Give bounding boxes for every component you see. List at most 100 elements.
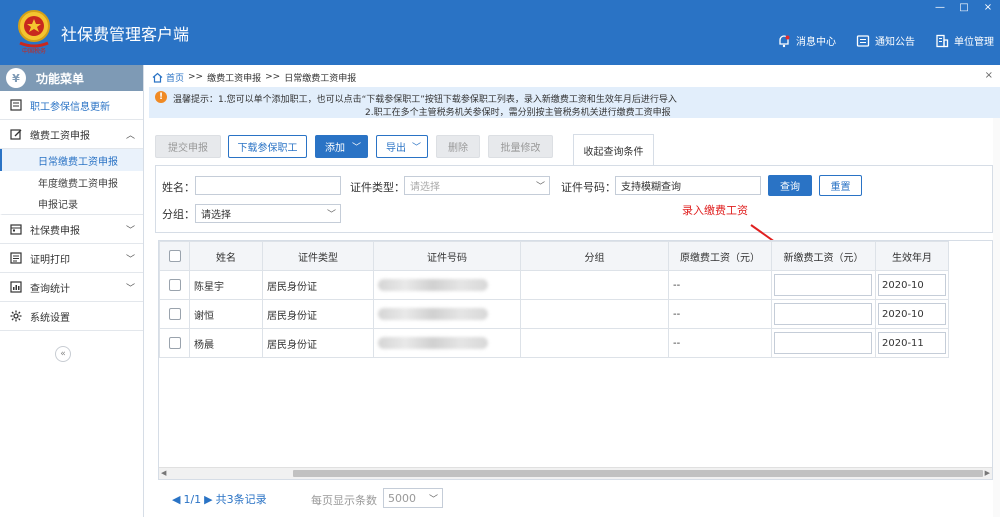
sidebar-item-print[interactable]: 证明打印 ﹀ xyxy=(0,244,143,273)
checkbox[interactable] xyxy=(168,250,181,262)
redacted-id xyxy=(378,279,488,291)
group-label: 分组： xyxy=(162,208,195,221)
idtype-placeholder: 请选择 xyxy=(410,182,440,193)
checkbox[interactable] xyxy=(168,308,181,320)
sidebar-item-wage-declare[interactable]: 缴费工资申报 ︿ xyxy=(0,120,143,149)
name-input[interactable] xyxy=(195,176,341,195)
cell-name: 杨晨 xyxy=(189,328,263,358)
reset-button[interactable]: 重置 xyxy=(819,175,862,196)
toggle-query-tab[interactable]: 收起查询条件 xyxy=(573,134,654,166)
sidebar-subitem-annual-wage[interactable]: 年度缴费工资申报 xyxy=(0,171,143,193)
group-select[interactable]: 请选择 ﹀ xyxy=(195,204,341,223)
checkbox[interactable] xyxy=(168,337,181,349)
home-icon xyxy=(152,72,163,83)
row-select[interactable] xyxy=(159,299,190,329)
delete-button[interactable]: 删除 xyxy=(436,135,480,158)
effective-date-input[interactable]: 2020-10 xyxy=(878,303,946,325)
sidebar-title: 功能菜单 xyxy=(36,71,85,86)
header-select-all[interactable] xyxy=(159,241,190,271)
unit-management-link[interactable]: 单位管理 xyxy=(935,33,994,48)
table-row: 陈星宇 居民身份证 -- 2020-10 xyxy=(159,270,949,300)
cell-idno xyxy=(373,270,521,300)
close-window-button[interactable]: × xyxy=(982,2,994,13)
cell-idtype: 居民身份证 xyxy=(262,270,374,300)
next-page-icon[interactable]: ▶ xyxy=(204,493,212,506)
sidebar-subitem-daily-wage[interactable]: 日常缴费工资申报 xyxy=(0,149,143,171)
cell-group xyxy=(520,299,669,329)
idtype-label: 证件类型： xyxy=(350,181,405,194)
col-header: 姓名 xyxy=(189,241,263,271)
page-size-select[interactable]: 5000 ﹀ xyxy=(383,488,443,508)
chevron-down-icon: ﹀ xyxy=(428,495,438,505)
chevron-down-icon: ﹀ xyxy=(351,143,361,153)
prev-page-icon[interactable]: ◀ xyxy=(172,493,180,506)
maximize-button[interactable]: □ xyxy=(958,2,970,13)
new-wage-input[interactable] xyxy=(774,274,872,296)
idno-input[interactable]: 支持模糊查询 xyxy=(615,176,761,195)
breadcrumb-level1[interactable]: 缴费工资申报 xyxy=(207,71,261,84)
chevron-up-icon: ︿ xyxy=(125,131,135,141)
scroll-left-icon[interactable]: ◀ xyxy=(161,469,166,477)
idtype-select[interactable]: 请选择 ﹀ xyxy=(404,176,550,195)
breadcrumb-home[interactable]: 首页 xyxy=(166,71,184,84)
sidebar-item-settings[interactable]: 系统设置 xyxy=(0,302,143,331)
breadcrumb-level2: 日常缴费工资申报 xyxy=(284,73,357,84)
list-icon xyxy=(10,99,22,111)
annotation-text: 录入缴费工资 xyxy=(682,204,748,217)
chevron-down-icon: ﹀ xyxy=(125,226,135,236)
sidebar-collapse-button[interactable]: « xyxy=(55,346,71,362)
sidebar-item-label: 职工参保信息更新 xyxy=(30,101,110,113)
sidebar-subitem-declare-records[interactable]: 申报记录 xyxy=(0,193,143,215)
minimize-button[interactable]: — xyxy=(934,2,946,13)
new-wage-input[interactable] xyxy=(774,332,872,354)
new-wage-input[interactable] xyxy=(774,303,872,325)
page-indicator: 1/1 xyxy=(183,492,202,506)
cell-idtype: 居民身份证 xyxy=(262,328,374,358)
table-row: 杨晨 居民身份证 -- 2020-11 xyxy=(159,328,949,358)
vertical-scrollbar[interactable] xyxy=(993,118,1000,517)
query-button[interactable]: 查询 xyxy=(768,175,812,196)
row-select[interactable] xyxy=(159,328,190,358)
effective-date-input[interactable]: 2020-11 xyxy=(878,332,946,354)
cell-old-wage: -- xyxy=(668,328,772,358)
chart-icon xyxy=(10,281,22,293)
cell-new-wage xyxy=(771,270,876,300)
breadcrumb-separator: >> xyxy=(188,72,204,82)
sidebar-item-social-fee[interactable]: 社保费申报 ﹀ xyxy=(0,215,143,244)
add-button[interactable]: 添加 ﹀ xyxy=(315,135,368,158)
edit-icon xyxy=(10,128,22,140)
table-row: 谢恒 居民身份证 -- 2020-10 xyxy=(159,299,949,329)
sidebar-item-stats[interactable]: 查询统计 ﹀ xyxy=(0,273,143,302)
cell-old-wage: -- xyxy=(668,270,772,300)
scrollbar-thumb[interactable] xyxy=(293,470,983,477)
export-button-label: 导出 xyxy=(386,143,406,154)
submit-declare-button[interactable]: 提交申报 xyxy=(155,135,221,158)
checkbox[interactable] xyxy=(168,279,181,291)
effective-date-input[interactable]: 2020-10 xyxy=(878,274,946,296)
batch-edit-button[interactable]: 批量修改 xyxy=(488,135,553,158)
chevron-down-icon: ﹀ xyxy=(125,255,135,265)
breadcrumb-separator: >> xyxy=(265,72,281,82)
row-select[interactable] xyxy=(159,270,190,300)
cell-effective: 2020-10 xyxy=(875,270,949,300)
sidebar-item-label: 查询统计 xyxy=(30,283,70,295)
yuan-icon: ¥ xyxy=(6,68,26,88)
page-size-value: 5000 xyxy=(388,491,416,505)
col-header: 证件号码 xyxy=(373,241,521,271)
notice-link[interactable]: 通知公告 xyxy=(856,33,915,48)
cell-effective: 2020-10 xyxy=(875,299,949,329)
notice-label: 通知公告 xyxy=(875,37,915,48)
close-tab-icon[interactable]: × xyxy=(985,70,993,81)
gear-icon xyxy=(10,310,22,322)
cell-idno xyxy=(373,299,521,329)
horizontal-scrollbar[interactable]: ◀ ▶ xyxy=(159,467,992,479)
download-employees-button[interactable]: 下载参保职工 xyxy=(228,135,307,158)
scroll-right-icon[interactable]: ▶ xyxy=(985,469,990,477)
tip-line-1: 温馨提示：1.您可以单个添加职工，也可以点击“下载参保职工”按钮下载参保职工列表… xyxy=(173,95,677,105)
message-center-link[interactable]: 消息中心 xyxy=(777,33,836,48)
cell-idno xyxy=(373,328,521,358)
redacted-id xyxy=(378,308,488,320)
cell-new-wage xyxy=(771,328,876,358)
export-button[interactable]: 导出 ﹀ xyxy=(376,135,428,158)
sidebar-item-employee-update[interactable]: 职工参保信息更新 xyxy=(0,91,143,120)
